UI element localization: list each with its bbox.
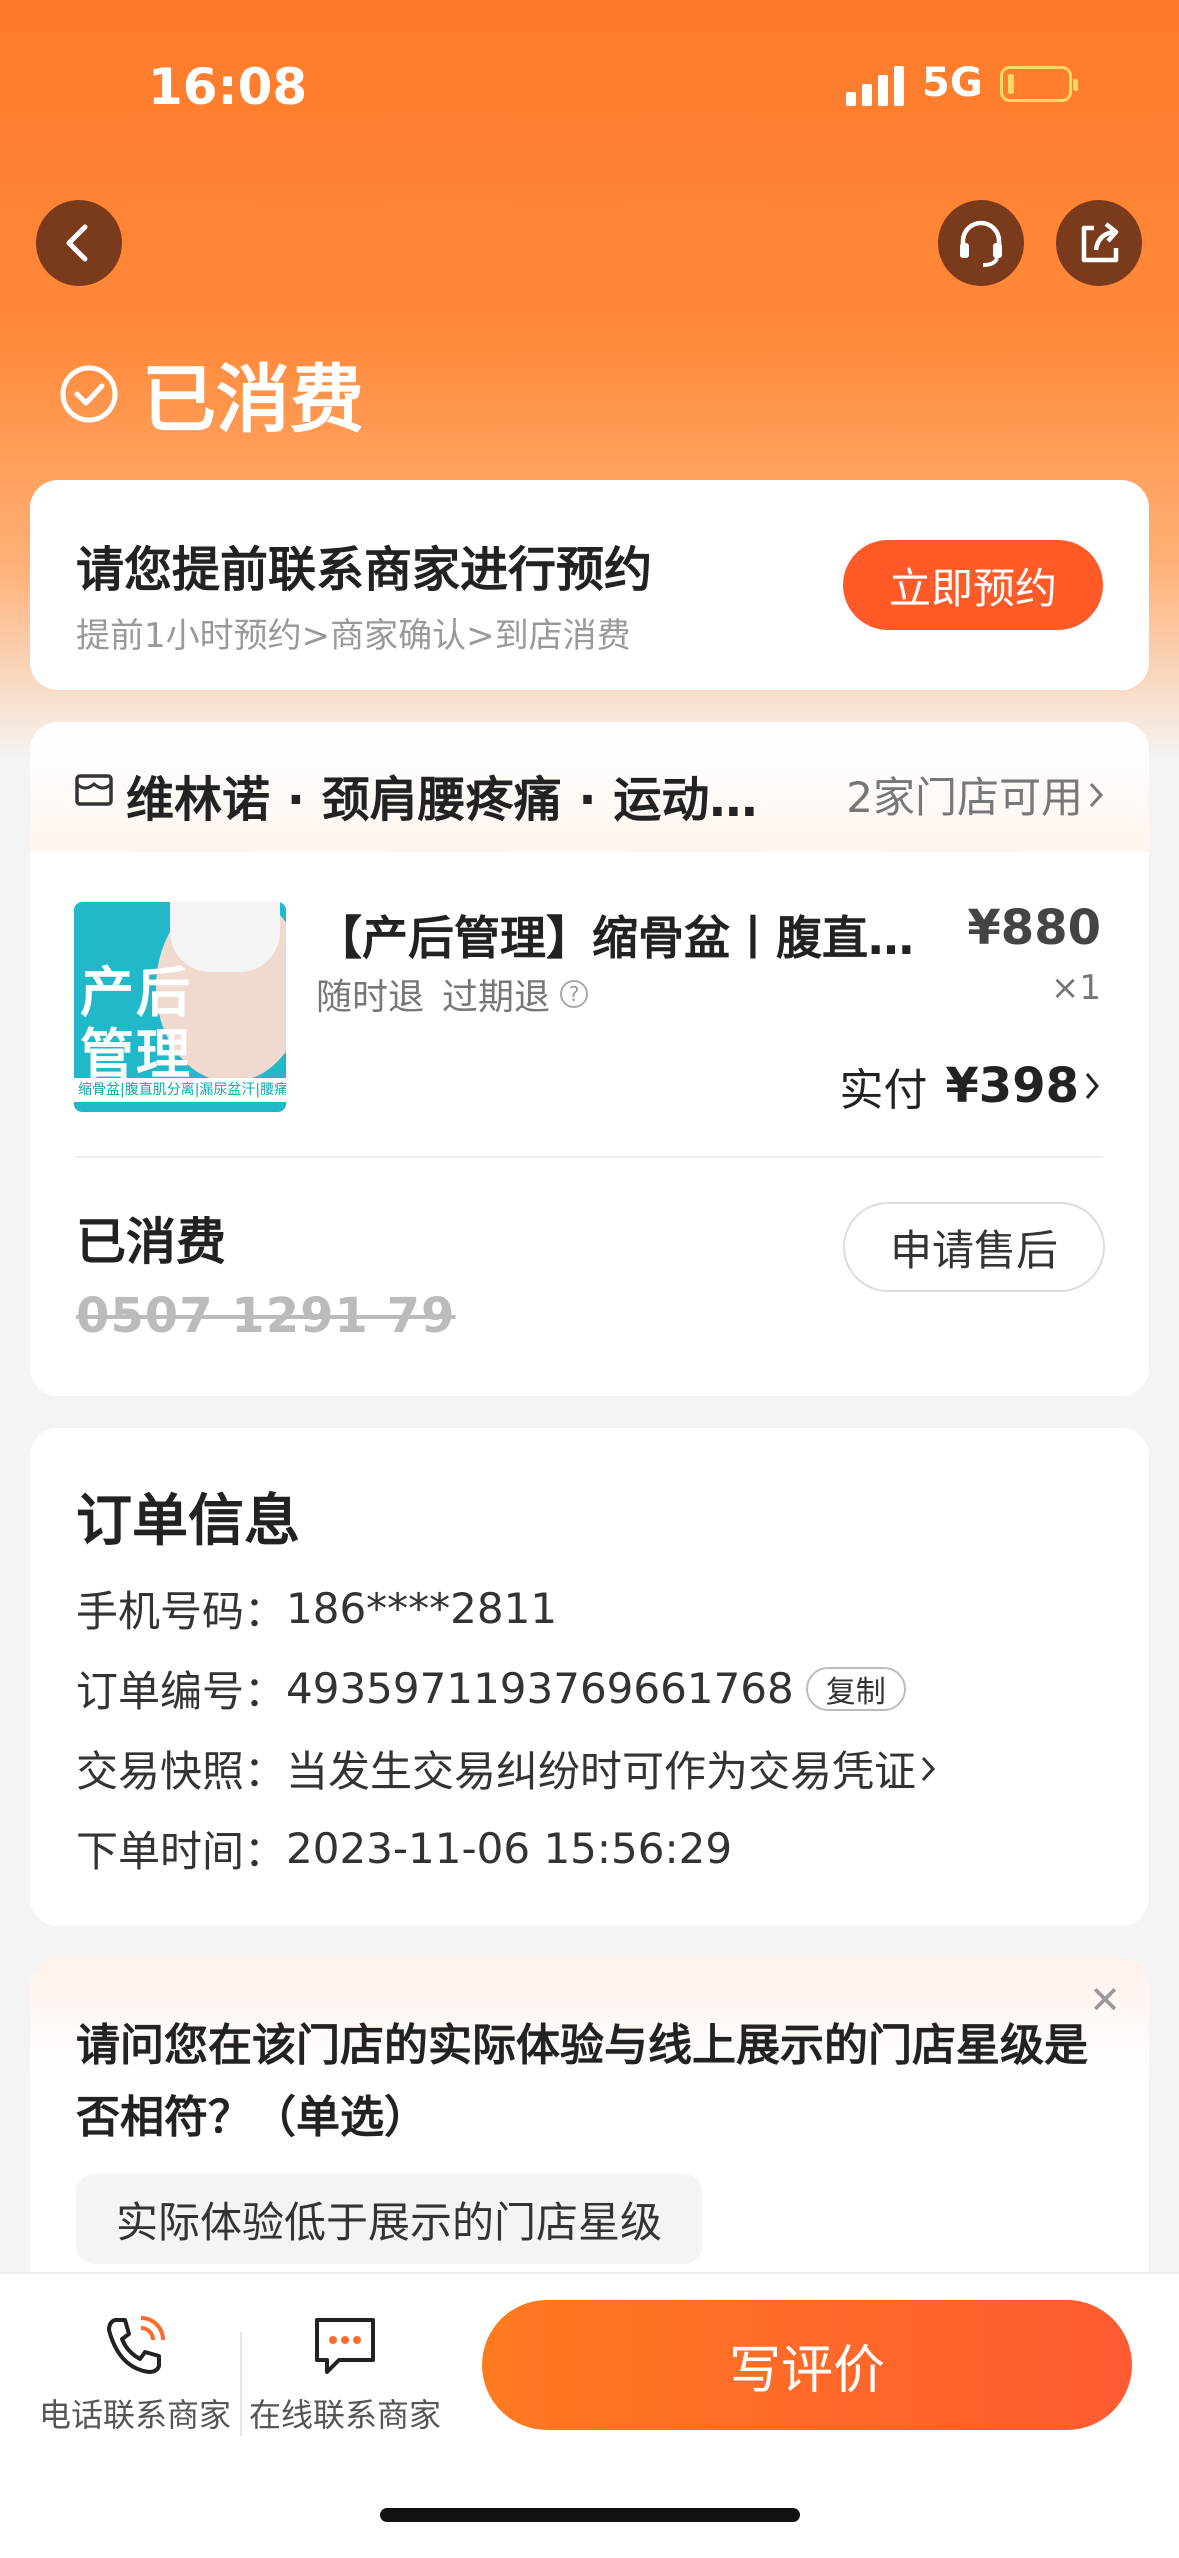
store-name[interactable]: 维林诺 · 颈肩腰疼痛 · 运动…	[126, 760, 826, 830]
divider	[76, 1156, 1103, 1158]
tag-refund: 随时退	[316, 977, 425, 1018]
product-price: ¥880	[967, 900, 1101, 956]
copy-button[interactable]: 复制	[805, 1666, 906, 1711]
tag-expire: 过期退	[442, 977, 551, 1018]
home-indicator	[380, 2508, 800, 2522]
reservation-title: 请您提前联系商家进行预约	[76, 542, 653, 598]
phone-contact-label: 电话联系商家	[38, 2396, 231, 2434]
headset-icon	[960, 220, 1002, 267]
order-info-title: 订单信息	[76, 1489, 300, 1554]
thumb-strip: 缩骨盆|腹直肌分离|漏尿盆汗|腰痛痛疼	[74, 1078, 286, 1102]
after-sale-button[interactable]: 申请售后	[843, 1202, 1105, 1292]
phone-label: 手机号码：	[76, 1587, 287, 1636]
store-count-label: 2家门店可用	[846, 773, 1083, 822]
status-time: 16:08	[148, 58, 308, 116]
status-title: 已消费	[142, 357, 364, 443]
online-contact-label: 在线联系商家	[248, 2396, 441, 2434]
survey-option[interactable]: 实际体验低于展示的门店星级	[76, 2174, 703, 2264]
survey-question: 请问您在该门店的实际体验与线上展示的门店星级是否相符？（单选）	[76, 2020, 1088, 2143]
back-button[interactable]	[36, 200, 122, 286]
chevron-right-icon	[1085, 1073, 1099, 1099]
phone-row: 手机号码： 186****2811	[76, 1578, 557, 1639]
battery-icon	[1000, 66, 1078, 102]
customer-service-button[interactable]	[938, 200, 1024, 286]
order-status: 已消费	[58, 340, 364, 447]
order-time-row: 下单时间： 2023-11-06 15:56:29	[76, 1818, 732, 1879]
chevron-right-icon	[1089, 782, 1104, 807]
phone-value: 186****2811	[286, 1584, 558, 1633]
chat-icon	[315, 2318, 375, 2374]
phone-contact-button[interactable]: 电话联系商家	[30, 2310, 240, 2436]
online-contact-button[interactable]: 在线联系商家	[240, 2310, 450, 2436]
order-number-label: 订单编号：	[76, 1667, 287, 1716]
write-review-button[interactable]: 写评价	[482, 2300, 1132, 2430]
order-time-value: 2023-11-06 15:56:29	[286, 1824, 733, 1873]
reservation-card: 请您提前联系商家进行预约 提前1小时预约>商家确认>到店消费 立即预约	[30, 480, 1149, 690]
share-icon	[1081, 222, 1119, 263]
store-icon	[75, 774, 113, 806]
chevron-left-icon	[66, 224, 88, 262]
share-button[interactable]	[1056, 200, 1142, 286]
order-number-row: 订单编号： 4935971193769661768 复制	[76, 1658, 906, 1719]
snapshot-value: 当发生交易纠纷时可作为交易凭证	[286, 1747, 917, 1796]
reserve-now-button[interactable]: 立即预约	[843, 540, 1103, 630]
paid-amount-link[interactable]: 实付 ¥398	[839, 1054, 1105, 1118]
voucher-status: 已消费	[76, 1213, 226, 1271]
snapshot-label: 交易快照：	[76, 1747, 287, 1796]
check-circle-icon	[60, 365, 118, 422]
reservation-steps: 提前1小时预约>商家确认>到店消费	[76, 616, 631, 656]
product-title[interactable]: 【产后管理】缩骨盆丨腹直肌…	[316, 902, 956, 968]
order-number-value: 4935971193769661768	[286, 1664, 794, 1713]
order-time-label: 下单时间：	[76, 1827, 287, 1876]
product-quantity: ×1	[1050, 968, 1101, 1008]
order-info-card: 订单信息 手机号码： 186****2811 订单编号： 49359711937…	[30, 1428, 1149, 1926]
chevron-right-icon	[921, 1756, 936, 1781]
snapshot-row[interactable]: 交易快照： 当发生交易纠纷时可作为交易凭证	[76, 1738, 940, 1799]
product-card: 维林诺 · 颈肩腰疼痛 · 运动… 2家门店可用 产后 管理 缩骨盆|腹直肌分离…	[30, 722, 1149, 1396]
voucher-code: 0507 1291 79	[76, 1288, 456, 1344]
paid-amount: ¥398	[945, 1058, 1079, 1114]
signal-icon	[846, 64, 906, 106]
network-label: 5G	[922, 60, 983, 106]
product-tags: 随时退 过期退 ?	[316, 968, 589, 1020]
phone-icon	[107, 2316, 165, 2374]
paid-label: 实付	[839, 1065, 928, 1116]
product-thumbnail[interactable]: 产后 管理 缩骨盆|腹直肌分离|漏尿盆汗|腰痛痛疼	[74, 902, 286, 1112]
help-icon[interactable]: ?	[560, 980, 589, 1008]
store-count-link[interactable]: 2家门店可用	[846, 764, 1109, 825]
